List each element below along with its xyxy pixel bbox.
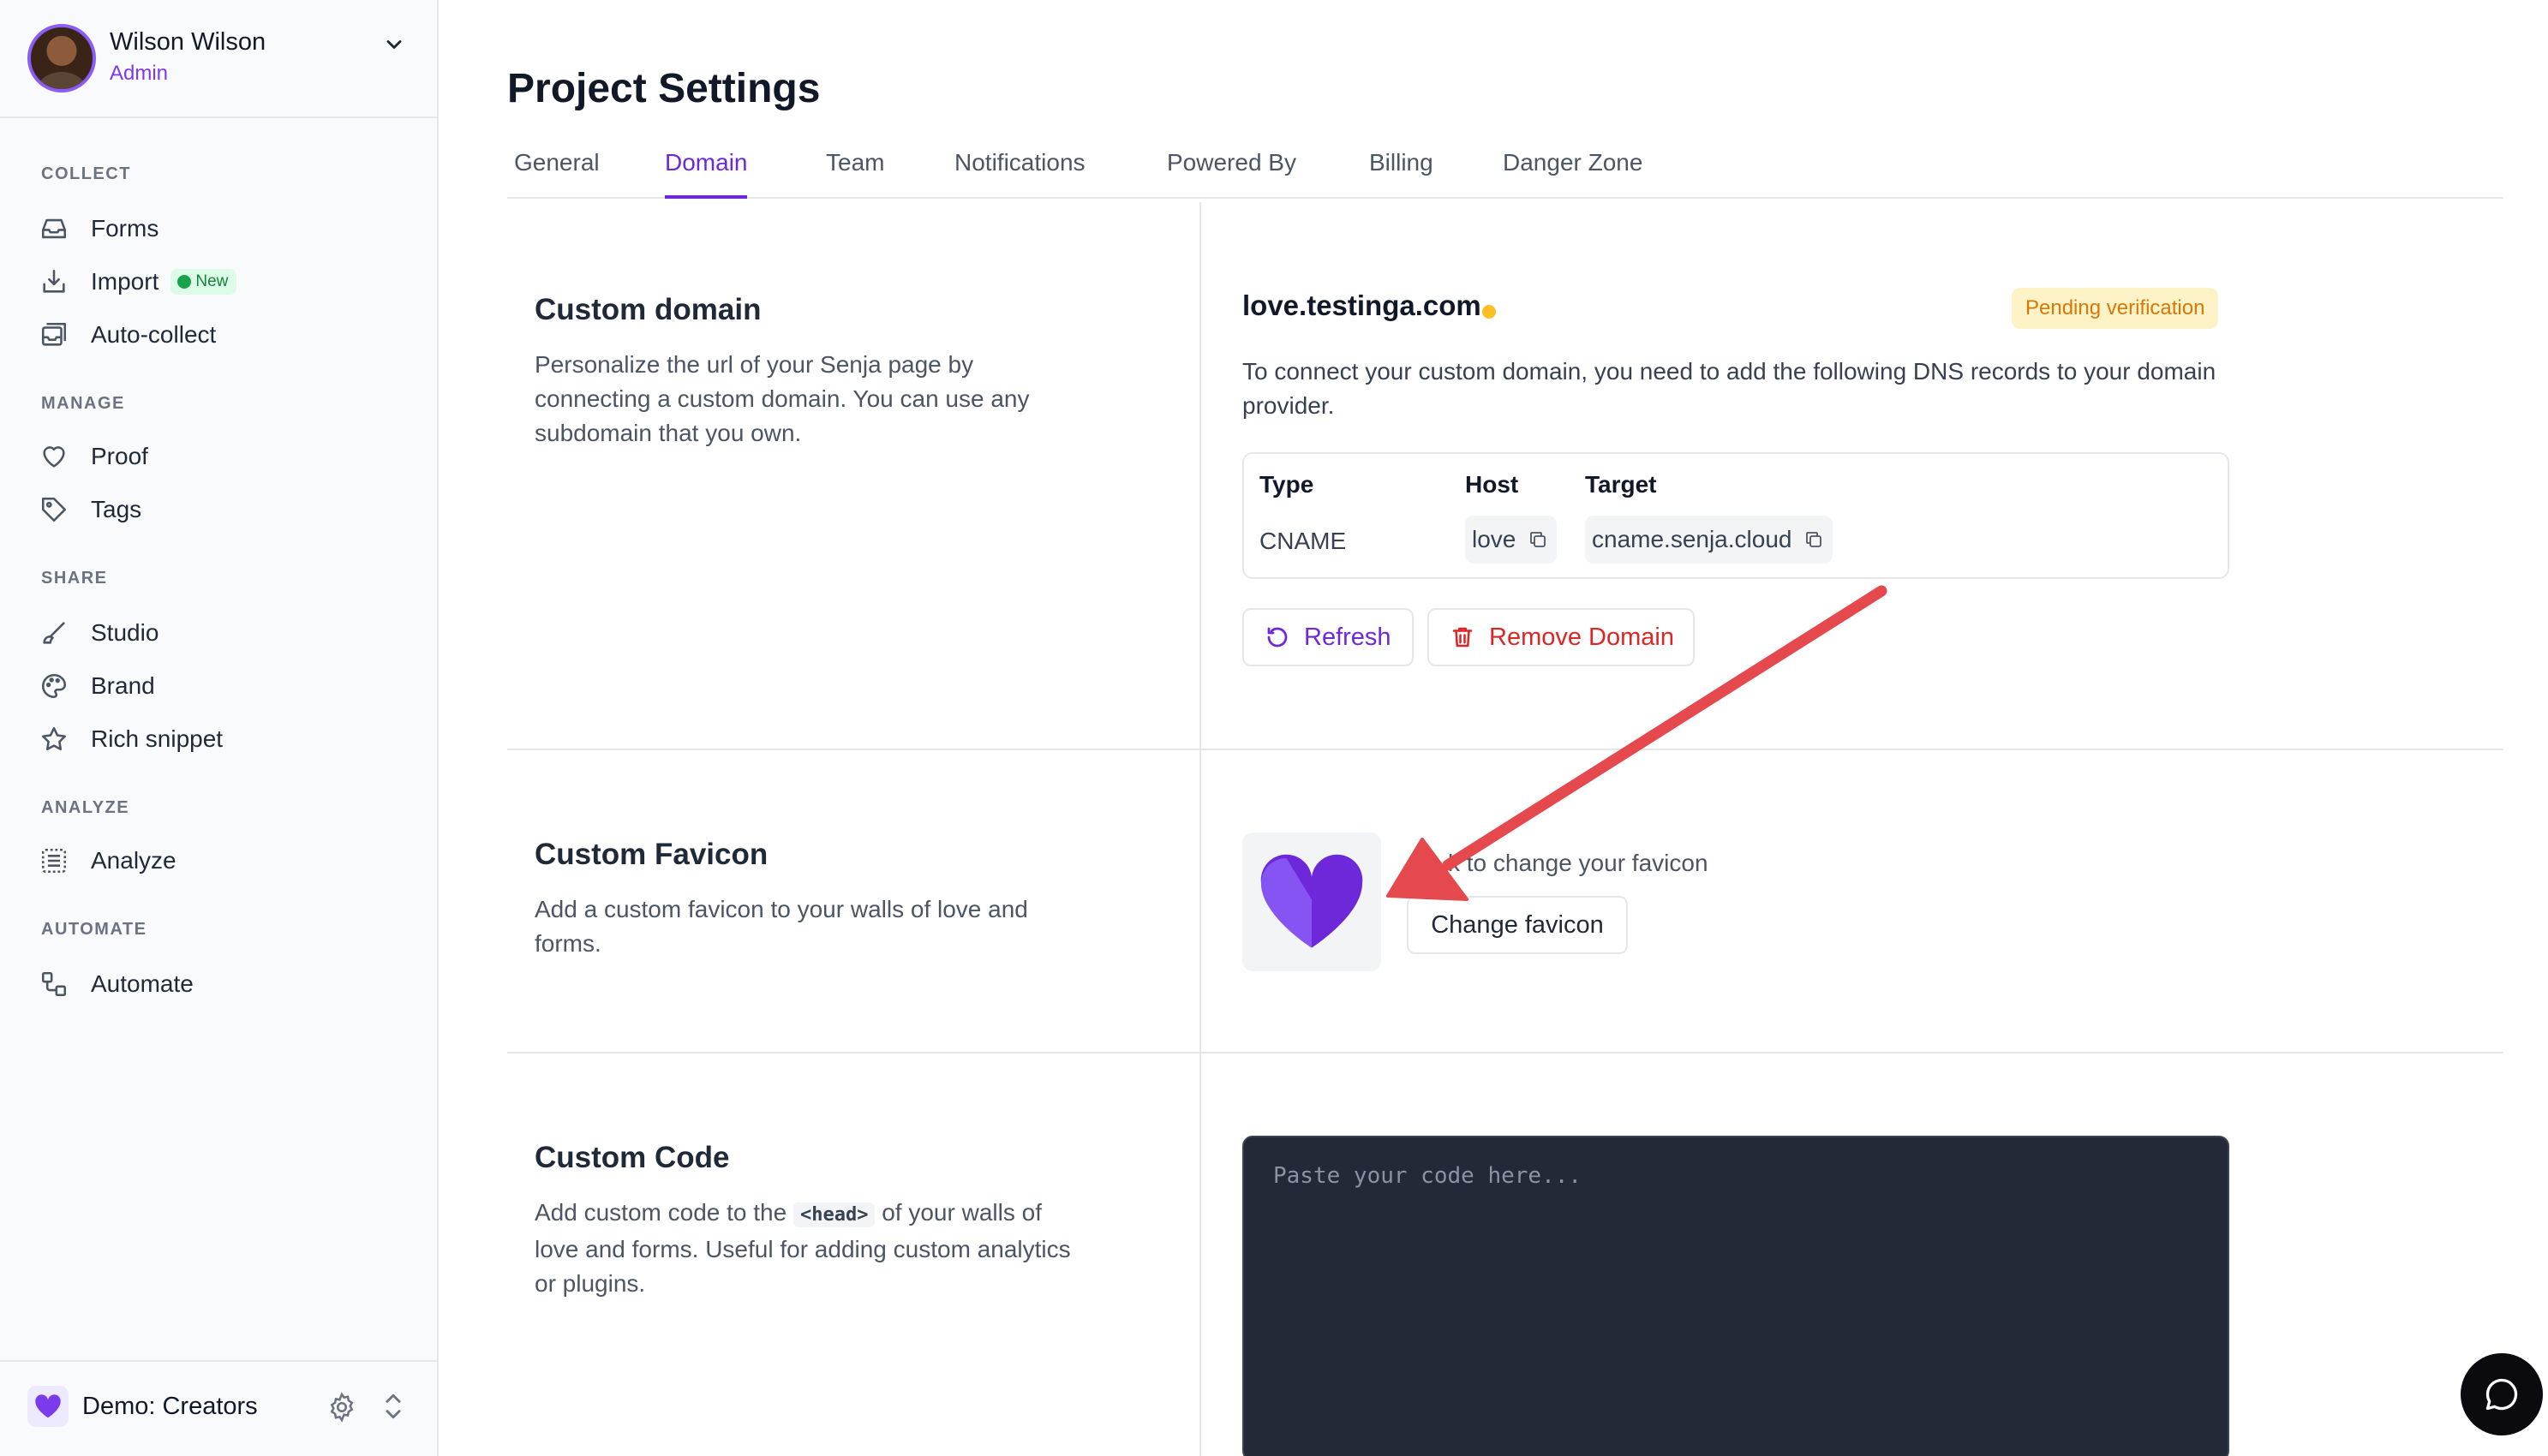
copy-icon <box>1530 532 1546 547</box>
section-divider <box>507 1052 2503 1053</box>
auto-collect-icon <box>38 319 70 351</box>
sidebar-item-forms[interactable]: Forms <box>38 207 415 250</box>
sidebar-item-automate[interactable]: Automate <box>38 963 415 1005</box>
dns-records-table: Type Host Target CNAME love cname.senja.… <box>1242 452 2229 579</box>
tab-powered-by[interactable]: Powered By <box>1167 149 1296 195</box>
sidebar-item-studio[interactable]: Studio <box>38 612 415 654</box>
chevron-down-icon[interactable] <box>382 33 406 57</box>
profile-switcher[interactable]: Wilson Wilson Admin <box>0 0 437 118</box>
workspace-logo <box>27 1386 69 1427</box>
copy-target-button[interactable]: cname.senja.cloud <box>1585 516 1833 564</box>
column-header-target: Target <box>1585 471 1657 498</box>
tree-icon <box>177 275 192 289</box>
star-icon <box>38 723 70 755</box>
favicon-preview[interactable] <box>1242 832 1381 971</box>
custom-favicon-description: Add a custom favicon to your walls of lo… <box>535 896 1028 957</box>
remove-domain-label: Remove Domain <box>1489 623 1674 651</box>
palette-icon <box>38 670 70 702</box>
sidebar-item-auto-collect[interactable]: Auto-collect <box>38 313 415 356</box>
section-label-analyze: ANALYZE <box>41 798 130 817</box>
copy-icon <box>1806 532 1822 547</box>
refresh-icon <box>1267 627 1288 647</box>
dns-record-target: cname.senja.cloud <box>1592 526 1792 552</box>
favicon-hint: k to change your favicon <box>1448 850 1708 876</box>
sidebar-item-label: Forms <box>91 215 159 242</box>
sidebar-item-label: Analyze <box>91 847 176 874</box>
sidebar-item-tags[interactable]: Tags <box>38 488 415 531</box>
tab-domain[interactable]: Domain <box>665 149 748 199</box>
chat-bubble-icon <box>2485 1378 2518 1411</box>
sidebar-item-proof[interactable]: Proof <box>38 435 415 478</box>
import-icon <box>38 266 70 298</box>
column-header-host: Host <box>1465 471 1519 498</box>
heart-logo-icon <box>1260 854 1363 948</box>
status-badge: Pending verification <box>2012 288 2219 329</box>
tab-billing[interactable]: Billing <box>1369 149 1433 195</box>
sidebar-item-rich-snippet[interactable]: Rich snippet <box>38 718 415 761</box>
sidebar-item-import[interactable]: Import New <box>38 260 415 303</box>
trash-icon <box>1452 627 1473 647</box>
sidebar-item-label: Brand <box>91 672 155 699</box>
settings-tabs: General Domain Team Notifications Powere… <box>507 140 2503 199</box>
sidebar-item-label: Tags <box>91 496 142 522</box>
tag-icon <box>38 493 70 526</box>
custom-domain-title: Custom domain <box>535 293 762 326</box>
profile-role: Admin <box>110 62 169 85</box>
tab-general[interactable]: General <box>514 149 600 195</box>
custom-code-description: Add custom code to the <head> of your wa… <box>535 1196 1083 1301</box>
remove-domain-button[interactable]: Remove Domain <box>1427 608 1695 666</box>
chevron-up-down-icon[interactable] <box>379 1389 408 1423</box>
copy-host-button[interactable]: love <box>1465 516 1558 564</box>
section-label-automate: AUTOMATE <box>41 920 147 939</box>
sidebar-item-brand[interactable]: Brand <box>38 665 415 707</box>
sidebar-item-label: Rich snippet <box>91 725 224 752</box>
sidebar-item-label: Studio <box>91 619 159 646</box>
sidebar-item-label: Auto-collect <box>91 321 217 348</box>
head-tag-code: <head> <box>793 1202 876 1227</box>
dns-record-type: CNAME <box>1259 528 1347 554</box>
custom-favicon-title: Custom Favicon <box>535 838 769 871</box>
brush-icon <box>38 617 70 649</box>
dns-instructions: To connect your custom domain, you need … <box>1242 358 2216 419</box>
page-title: Project Settings <box>507 66 821 111</box>
column-divider <box>1199 202 1201 1456</box>
dns-record-host: love <box>1472 526 1516 552</box>
column-header-type: Type <box>1259 471 1314 498</box>
sidebar-item-analyze[interactable]: Analyze <box>38 839 415 882</box>
section-label-share: SHARE <box>41 569 108 588</box>
section-label-manage: MANAGE <box>41 394 125 413</box>
section-label-collect: COLLECT <box>41 164 131 183</box>
tab-notifications[interactable]: Notifications <box>954 149 1086 195</box>
custom-domain-description: Personalize the url of your Senja page b… <box>535 351 1030 446</box>
workspace-switcher[interactable]: Demo: Creators <box>0 1360 437 1456</box>
heart-icon <box>38 440 70 473</box>
sidebar-item-label: Import <box>91 268 159 295</box>
section-divider <box>507 749 2503 750</box>
analyze-icon <box>38 844 70 877</box>
avatar <box>27 24 96 92</box>
tab-danger-zone[interactable]: Danger Zone <box>1503 149 1642 195</box>
change-favicon-button[interactable]: Change favicon <box>1407 896 1628 954</box>
workspace-name: Demo: Creators <box>82 1393 258 1420</box>
inbox-icon <box>38 212 70 245</box>
custom-code-editor[interactable]: Paste your code here... <box>1242 1136 2229 1456</box>
sidebar-item-label: Automate <box>91 970 194 997</box>
refresh-label: Refresh <box>1304 623 1391 651</box>
description-text: Add custom code to the <box>535 1199 793 1226</box>
sidebar-item-label: Proof <box>91 443 148 469</box>
automate-icon <box>38 968 70 1000</box>
domain-name: love.testinga.com <box>1242 289 1481 321</box>
badge-label: New <box>195 272 229 290</box>
sidebar: Wilson Wilson Admin COLLECT Forms Import… <box>0 0 439 1456</box>
profile-name: Wilson Wilson <box>110 28 266 56</box>
status-dot <box>1482 305 1496 319</box>
code-placeholder: Paste your code here... <box>1273 1163 1582 1189</box>
new-badge: New <box>170 269 237 295</box>
chat-button[interactable] <box>2461 1353 2543 1435</box>
tab-team[interactable]: Team <box>826 149 884 195</box>
gear-icon[interactable] <box>326 1391 358 1423</box>
custom-code-title: Custom Code <box>535 1141 730 1174</box>
refresh-button[interactable]: Refresh <box>1242 608 1414 666</box>
